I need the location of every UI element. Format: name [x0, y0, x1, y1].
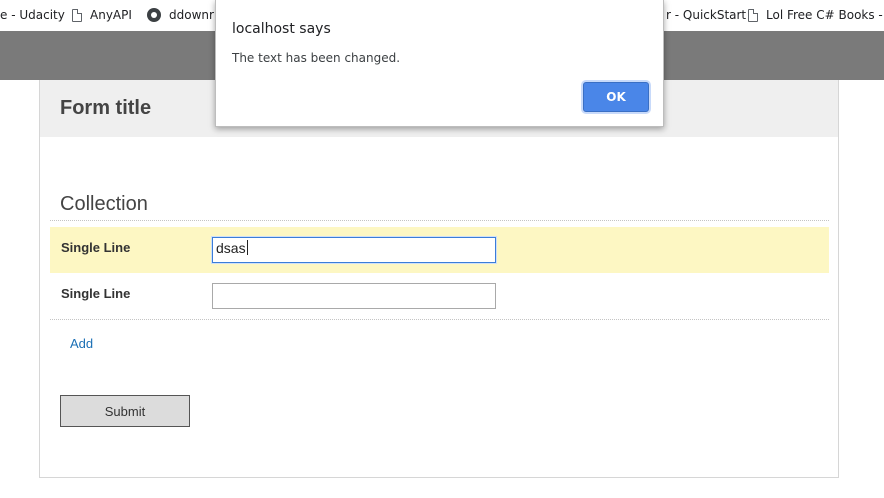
- collection-row-2: Single Line: [50, 273, 829, 319]
- bookmark-quickstart[interactable]: r - QuickStart: [666, 8, 746, 22]
- bookmark-label: AnyAPI: [90, 8, 132, 22]
- divider: [50, 319, 829, 320]
- page-icon: [72, 8, 82, 22]
- bookmark-label: e - Udacity: [0, 8, 65, 22]
- bookmark-label: ddownr: [169, 8, 214, 22]
- row-label: Single Line: [61, 240, 131, 255]
- bookmark-anyapi[interactable]: AnyAPI: [72, 8, 132, 22]
- dialog-message: The text has been changed.: [232, 51, 401, 65]
- input-value: dsas: [216, 240, 246, 256]
- bookmark-udacity[interactable]: e - Udacity: [0, 8, 65, 22]
- single-line-input-2[interactable]: [212, 283, 496, 309]
- bookmark-csharp-books[interactable]: Lol Free C# Books - I: [748, 8, 884, 22]
- dialog-title: localhost says: [232, 21, 331, 37]
- bookmark-ddownr[interactable]: ddownr: [147, 8, 214, 22]
- submit-button[interactable]: Submit: [60, 395, 190, 427]
- text-caret: [246, 240, 248, 255]
- divider: [50, 220, 829, 221]
- ok-button[interactable]: OK: [583, 82, 649, 112]
- section-title: Collection: [60, 193, 148, 215]
- bookmark-label: r - QuickStart: [666, 8, 747, 22]
- single-line-input-1[interactable]: dsas: [212, 237, 496, 263]
- form-container: Form title Collection Single Line dsas S…: [39, 80, 839, 478]
- page-icon: [748, 8, 758, 22]
- add-link[interactable]: Add: [70, 336, 93, 351]
- bookmark-label: Lol Free C# Books - I: [766, 8, 884, 22]
- form-title: Form title: [60, 97, 152, 119]
- row-label: Single Line: [61, 286, 131, 301]
- alert-dialog: localhost says The text has been changed…: [215, 0, 664, 127]
- collection-row-1: Single Line dsas: [50, 227, 829, 273]
- github-icon: [147, 8, 161, 22]
